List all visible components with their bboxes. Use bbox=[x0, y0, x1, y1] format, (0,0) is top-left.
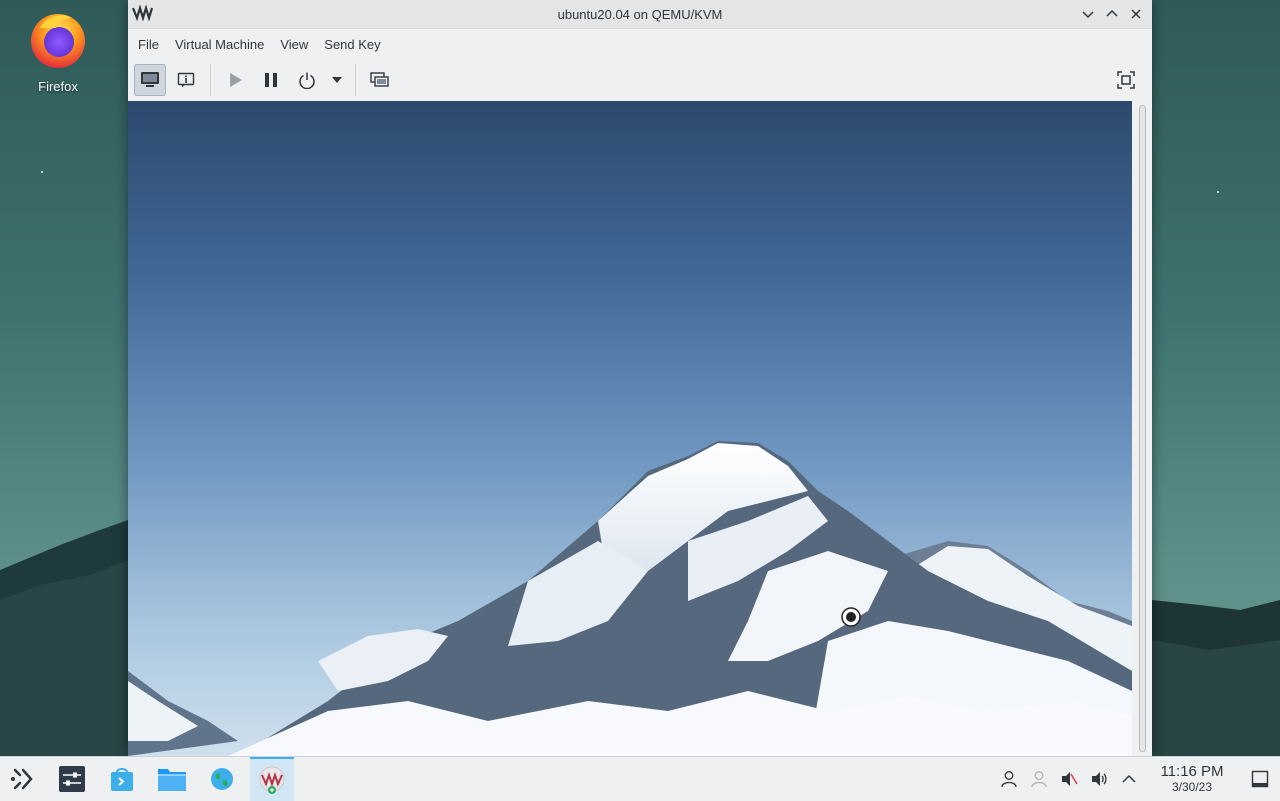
task-system-settings[interactable] bbox=[50, 757, 94, 801]
desktop-icon-label: Firefox bbox=[38, 79, 78, 94]
minimize-icon bbox=[1082, 11, 1094, 19]
menu-file[interactable]: File bbox=[134, 37, 169, 52]
menu-virtual-machine[interactable]: Virtual Machine bbox=[171, 37, 274, 52]
toolbar-separator bbox=[355, 64, 356, 96]
play-icon bbox=[230, 73, 242, 87]
volume-icon bbox=[1092, 772, 1107, 786]
run-button[interactable] bbox=[219, 64, 251, 96]
globe-icon bbox=[211, 768, 233, 790]
maximize-button[interactable] bbox=[1102, 4, 1122, 24]
expand-tray-icon bbox=[1122, 774, 1136, 783]
user-switch-button[interactable] bbox=[1024, 757, 1054, 801]
app-launcher-icon bbox=[11, 768, 33, 790]
show-desktop-button[interactable] bbox=[1240, 757, 1280, 801]
user-switch-icon bbox=[1031, 771, 1047, 788]
window-titlebar[interactable]: ubuntu20.04 on QEMU/KVM bbox=[128, 0, 1152, 29]
maximize-icon bbox=[1106, 9, 1118, 17]
toolbar bbox=[128, 59, 1152, 101]
snapshots-button[interactable] bbox=[364, 64, 396, 96]
window-title: ubuntu20.04 on QEMU/KVM bbox=[557, 6, 723, 22]
shutdown-button[interactable] bbox=[291, 64, 323, 96]
system-tray: 11:16 PM 3/30/23 bbox=[994, 757, 1280, 801]
close-icon bbox=[1131, 9, 1141, 19]
user-button[interactable] bbox=[994, 757, 1024, 801]
close-button[interactable] bbox=[1126, 4, 1146, 24]
fullscreen-icon bbox=[1117, 71, 1135, 89]
settings-icon bbox=[59, 766, 85, 792]
virt-viewer-window: ubuntu20.04 on QEMU/KVM File Virtual Mac… bbox=[128, 0, 1152, 756]
menu-view[interactable]: View bbox=[276, 37, 318, 52]
toolbar-separator bbox=[210, 64, 211, 96]
dropdown-arrow-icon bbox=[332, 77, 342, 83]
expand-tray-button[interactable] bbox=[1114, 757, 1144, 801]
taskbar: 11:16 PM 3/30/23 bbox=[0, 756, 1280, 801]
firefox-icon bbox=[31, 14, 85, 68]
busy-cursor-icon bbox=[841, 607, 861, 627]
monitor-icon bbox=[141, 72, 159, 87]
volume-button[interactable] bbox=[1084, 757, 1114, 801]
task-browser[interactable] bbox=[200, 757, 244, 801]
digital-clock[interactable]: 11:16 PM 3/30/23 bbox=[1150, 763, 1234, 795]
menu-send-key[interactable]: Send Key bbox=[320, 37, 390, 52]
mic-muted-icon bbox=[1062, 772, 1078, 786]
vm-display[interactable] bbox=[128, 101, 1132, 756]
app-launcher-button[interactable] bbox=[0, 757, 44, 801]
task-virt-manager[interactable] bbox=[250, 757, 294, 801]
microphone-button[interactable] bbox=[1054, 757, 1084, 801]
task-discover[interactable] bbox=[100, 757, 144, 801]
menu-bar: File Virtual Machine View Send Key bbox=[128, 29, 1152, 59]
minimize-button[interactable] bbox=[1078, 4, 1098, 24]
shutdown-menu-button[interactable] bbox=[327, 64, 347, 96]
task-dolphin[interactable] bbox=[150, 757, 194, 801]
clock-time: 11:16 PM bbox=[1160, 763, 1224, 780]
discover-store-icon bbox=[111, 768, 133, 791]
mountain-wallpaper bbox=[128, 441, 1132, 756]
pause-button[interactable] bbox=[255, 64, 287, 96]
vertical-scrollbar[interactable] bbox=[1132, 101, 1152, 756]
virt-manager-icon bbox=[259, 766, 285, 794]
scrollbar-track[interactable] bbox=[1139, 105, 1146, 752]
pause-icon bbox=[265, 73, 277, 87]
desktop-icon-firefox[interactable]: Firefox bbox=[18, 8, 98, 94]
clock-date: 3/30/23 bbox=[1171, 780, 1213, 794]
snapshot-icon bbox=[370, 72, 389, 87]
console-view-button[interactable] bbox=[134, 64, 166, 96]
show-desktop-icon bbox=[1251, 770, 1269, 788]
virt-manager-icon bbox=[131, 4, 154, 26]
info-icon bbox=[177, 72, 195, 88]
details-view-button[interactable] bbox=[170, 64, 202, 96]
user-icon bbox=[1001, 771, 1017, 788]
fullscreen-button[interactable] bbox=[1110, 64, 1142, 96]
folder-icon bbox=[158, 769, 186, 791]
power-icon bbox=[299, 72, 315, 89]
